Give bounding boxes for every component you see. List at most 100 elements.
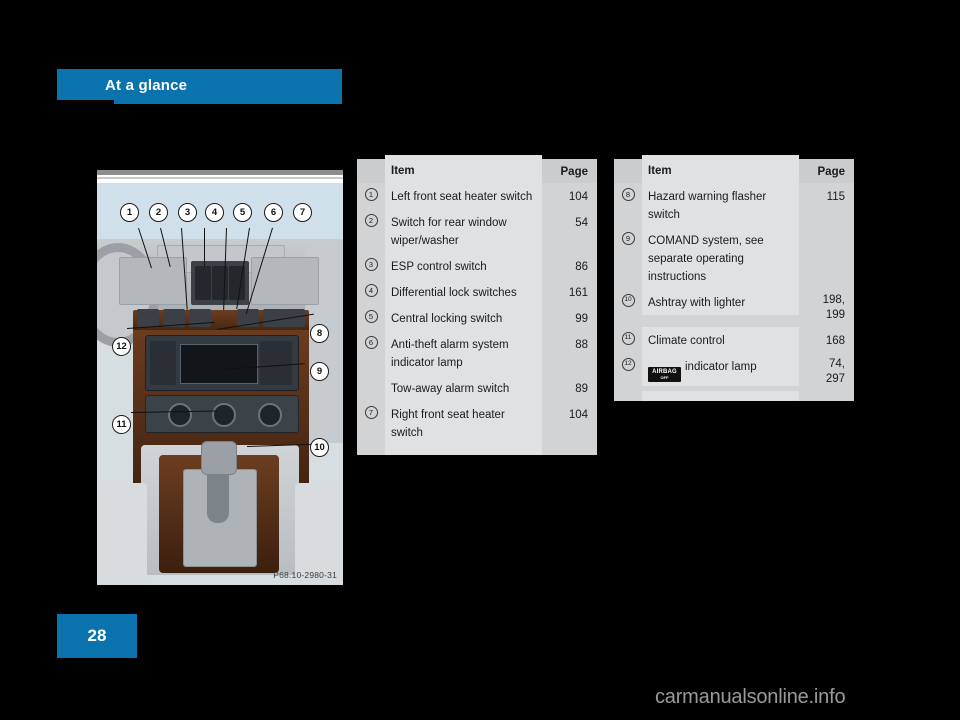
table-row: 8 Hazard warning flasher switch 115 xyxy=(614,183,854,227)
callout-5: 5 xyxy=(233,203,252,222)
climate-knob-right xyxy=(258,403,282,427)
row-number: 4 xyxy=(357,279,385,297)
row-number: 5 xyxy=(357,305,385,323)
climate-knob-left xyxy=(168,403,192,427)
row-page: 115 xyxy=(799,183,854,209)
row-page-text: 99 xyxy=(575,313,588,325)
row-item-text: COMAND system, see separate operating in… xyxy=(648,235,764,283)
comand-keypad xyxy=(260,341,292,385)
air-vent-left xyxy=(119,257,187,305)
callout-number: 10 xyxy=(621,294,635,307)
callout-7: 7 xyxy=(293,203,312,222)
callout-4: 4 xyxy=(205,203,224,222)
comand-display xyxy=(180,344,258,384)
row-number: 11 xyxy=(614,327,642,345)
row-item-text: Anti-theft alarm system indicator lamp xyxy=(391,339,509,369)
row-number xyxy=(357,375,385,380)
table-row: 9 COMAND system, see separate operating … xyxy=(614,227,854,289)
callout-12: 12 xyxy=(112,337,131,356)
climate-control-unit xyxy=(145,395,299,433)
comand-head-unit xyxy=(145,335,299,391)
table-row: 11 Climate control 168 xyxy=(614,327,854,353)
row-number: 12 xyxy=(614,353,642,371)
row-item: Left front seat heater switch xyxy=(385,183,542,209)
row-item: AIRBAG OFF indicator lamp xyxy=(642,353,799,386)
row-item: Central locking switch xyxy=(385,305,542,331)
callout-1: 1 xyxy=(120,203,139,222)
callout-2: 2 xyxy=(149,203,168,222)
row-item-text: Climate control xyxy=(648,335,725,347)
row-item-text: Ashtray with lighter xyxy=(648,297,746,309)
row-number: 9 xyxy=(614,227,642,245)
row-item: Right front seat heater switch xyxy=(385,401,542,445)
row-page-text: 88 xyxy=(575,339,588,351)
row-page-text: 86 xyxy=(575,261,588,273)
row-page: 86 xyxy=(542,253,597,279)
row-page: 104 xyxy=(542,183,597,209)
section-header-bar: At a glance xyxy=(57,69,342,104)
right-table-body: 8 Hazard warning flasher switch 115 9 CO… xyxy=(614,183,854,401)
row-item: Tow-away alarm switch xyxy=(385,375,542,401)
table-row: Tow-away alarm switch 89 xyxy=(357,375,597,401)
table-footer-strip xyxy=(614,391,854,401)
header-page-cell: Page xyxy=(542,158,597,184)
row-item-text: Right front seat heater switch xyxy=(391,409,505,439)
gear-selector-knob xyxy=(201,441,237,475)
row-page-text: 161 xyxy=(568,287,588,299)
airbag-badge-bottom: OFF xyxy=(660,375,669,380)
callout-6: 6 xyxy=(264,203,283,222)
left-table-body: 1 Left front seat heater switch 104 2 Sw… xyxy=(357,183,597,455)
footer-page-spacer xyxy=(799,391,854,399)
callout-10: 10 xyxy=(310,438,329,457)
footer-item-spacer xyxy=(385,445,542,455)
row-page: 89 xyxy=(542,375,597,401)
callout-number: 2 xyxy=(364,214,378,227)
table-row: 1 Left front seat heater switch 104 xyxy=(357,183,597,209)
header-page-label: Page xyxy=(560,166,589,178)
row-number: 3 xyxy=(357,253,385,271)
console-photo: P68.10-2980-31 xyxy=(97,183,343,585)
switch-spacer xyxy=(137,309,159,327)
row-page: 99 xyxy=(542,305,597,331)
callout-8: 8 xyxy=(310,324,329,343)
table-row: 3 ESP control switch 86 xyxy=(357,253,597,279)
row-item: Ashtray with lighter xyxy=(642,289,799,315)
row-item: COMAND system, see separate operating in… xyxy=(642,227,799,289)
table-row: 10 Ashtray with lighter 198, 199 xyxy=(614,289,854,327)
table-row: 2 Switch for rear window wiper/washer 54 xyxy=(357,209,597,253)
callout-number: 8 xyxy=(621,188,635,201)
header-page-label: Page xyxy=(817,166,846,178)
figure-caption: P68.10-2980-31 xyxy=(273,570,337,580)
header-page-cell: Page xyxy=(799,158,854,184)
comand-left-buttons xyxy=(150,341,176,385)
row-item: Differential lock switches xyxy=(385,279,542,305)
row-item: Hazard warning flasher switch xyxy=(642,183,799,227)
console-figure: P68.10-2980-31 1 2 3 4 5 6 7 8 9 10 11 1… xyxy=(97,170,343,585)
row-page: 198, 199 xyxy=(799,289,854,327)
row-number: 6 xyxy=(357,331,385,349)
row-page: 104 xyxy=(542,401,597,427)
row-page: 88 xyxy=(542,331,597,357)
row-number: 8 xyxy=(614,183,642,201)
callout-number: 1 xyxy=(364,188,378,201)
row-page-text: 104 xyxy=(568,409,588,421)
footer-page-spacer xyxy=(542,445,597,453)
callout-number: 5 xyxy=(364,310,378,323)
left-table-header: Item Page xyxy=(357,155,597,187)
footer-num-spacer xyxy=(357,445,385,450)
row-page-text: 74, 297 xyxy=(825,358,845,385)
callout-3: 3 xyxy=(178,203,197,222)
callout-number: 11 xyxy=(621,332,635,345)
row-item-text: indicator lamp xyxy=(685,361,757,373)
row-item-text: Switch for rear window wiper/washer xyxy=(391,217,507,247)
callout-number: 7 xyxy=(364,406,378,419)
callout-number: 12 xyxy=(621,358,635,371)
row-page-text: 198, 199 xyxy=(822,294,845,321)
table-row: 7 Right front seat heater switch 104 xyxy=(357,401,597,445)
right-table-header: Item Page xyxy=(614,155,854,187)
callout-number: 6 xyxy=(364,336,378,349)
row-item-text: Left front seat heater switch xyxy=(391,191,533,203)
figure-rule-bottom xyxy=(97,177,343,179)
row-page: 161 xyxy=(542,279,597,305)
leader-line-4 xyxy=(203,228,205,266)
